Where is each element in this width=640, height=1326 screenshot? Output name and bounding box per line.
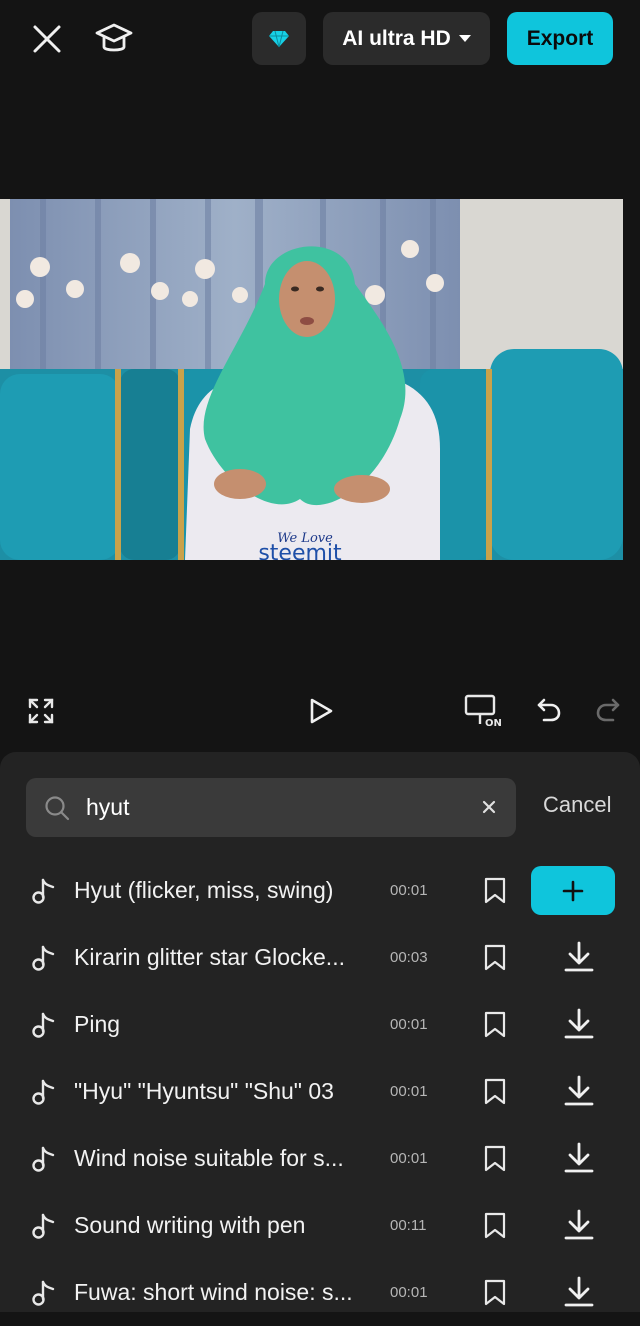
bookmark-icon[interactable] [483, 944, 507, 971]
redo-icon[interactable] [593, 694, 623, 724]
sound-title: Kirarin glitter star Glocke... [74, 944, 345, 970]
caret-down-icon [458, 34, 471, 42]
mirror-on-icon[interactable]: ON [462, 692, 504, 730]
diamond-icon [269, 30, 289, 47]
video-frame: We Love steemit [0, 199, 623, 560]
sound-search-panel: Cancel Hyut (flicker, miss, swing) 00:01 K… [0, 752, 640, 1312]
sound-title: Hyut (flicker, miss, swing) [74, 877, 334, 903]
music-note-icon [32, 1079, 55, 1105]
playback-controls: ON [0, 680, 640, 740]
download-icon[interactable] [563, 1007, 595, 1041]
sound-result-row[interactable]: Wind noise suitable for s... 00:01 [0, 1125, 640, 1192]
bookmark-icon[interactable] [483, 1078, 507, 1105]
music-note-icon [32, 1012, 55, 1038]
graduation-cap-icon[interactable] [92, 18, 136, 60]
close-icon[interactable] [28, 20, 66, 58]
sound-duration: 00:01 [390, 882, 428, 899]
svg-text:ON: ON [485, 718, 502, 729]
sound-result-row[interactable]: Hyut (flicker, miss, swing) 00:01 [0, 857, 640, 924]
sound-duration: 00:01 [390, 1016, 428, 1033]
sound-duration: 00:11 [390, 1217, 427, 1234]
sound-result-row[interactable]: Ping 00:01 [0, 991, 640, 1058]
play-icon[interactable] [306, 694, 336, 728]
download-icon[interactable] [563, 1074, 595, 1108]
music-note-icon [32, 945, 55, 971]
sound-title: Wind noise suitable for s... [74, 1145, 344, 1171]
plus-icon [562, 880, 584, 901]
bookmark-icon[interactable] [483, 877, 507, 904]
search-input[interactable] [86, 778, 466, 837]
cancel-button[interactable]: Cancel [543, 792, 611, 818]
download-icon[interactable] [563, 1275, 595, 1309]
sound-result-row[interactable]: Kirarin glitter star Glocke... 00:03 [0, 924, 640, 991]
sound-result-row[interactable]: Fuwa: short wind noise: s... 00:01 [0, 1259, 640, 1326]
download-icon[interactable] [563, 1141, 595, 1175]
sound-duration: 00:01 [390, 1284, 428, 1301]
download-icon[interactable] [563, 940, 595, 974]
search-box[interactable] [26, 778, 516, 837]
sound-duration: 00:01 [390, 1150, 428, 1167]
bookmark-icon[interactable] [483, 1212, 507, 1239]
music-note-icon [32, 878, 55, 904]
video-preview[interactable]: We Love steemit [0, 199, 623, 560]
download-icon[interactable] [563, 1208, 595, 1242]
shirt-text-2: steemit [258, 541, 342, 560]
fullscreen-icon[interactable] [26, 696, 56, 726]
music-note-icon [32, 1213, 55, 1239]
undo-icon[interactable] [534, 694, 564, 724]
sound-result-row[interactable]: Sound writing with pen 00:11 [0, 1192, 640, 1259]
sound-title: Ping [74, 1011, 121, 1037]
bookmark-icon[interactable] [483, 1011, 507, 1038]
sound-title: Fuwa: short wind noise: s... [74, 1279, 353, 1305]
top-bar: AI ultra HD Export [0, 0, 640, 76]
clear-search-icon[interactable] [482, 800, 496, 814]
sound-title: Sound writing with pen [74, 1212, 306, 1238]
quality-selector[interactable]: AI ultra HD [323, 12, 490, 65]
sound-title: "Hyu" "Hyuntsu" "Shu" 03 [74, 1078, 334, 1104]
export-button[interactable]: Export [507, 12, 613, 65]
quality-label: AI ultra HD [342, 26, 451, 50]
music-note-icon [32, 1146, 55, 1172]
add-sound-button[interactable] [531, 866, 615, 915]
sound-result-row[interactable]: "Hyu" "Hyuntsu" "Shu" 03 00:01 [0, 1058, 640, 1125]
search-icon [45, 796, 70, 821]
bookmark-icon[interactable] [483, 1279, 507, 1306]
bookmark-icon[interactable] [483, 1145, 507, 1172]
sound-duration: 00:01 [390, 1083, 428, 1100]
sound-duration: 00:03 [390, 949, 428, 966]
premium-button[interactable] [252, 12, 306, 65]
